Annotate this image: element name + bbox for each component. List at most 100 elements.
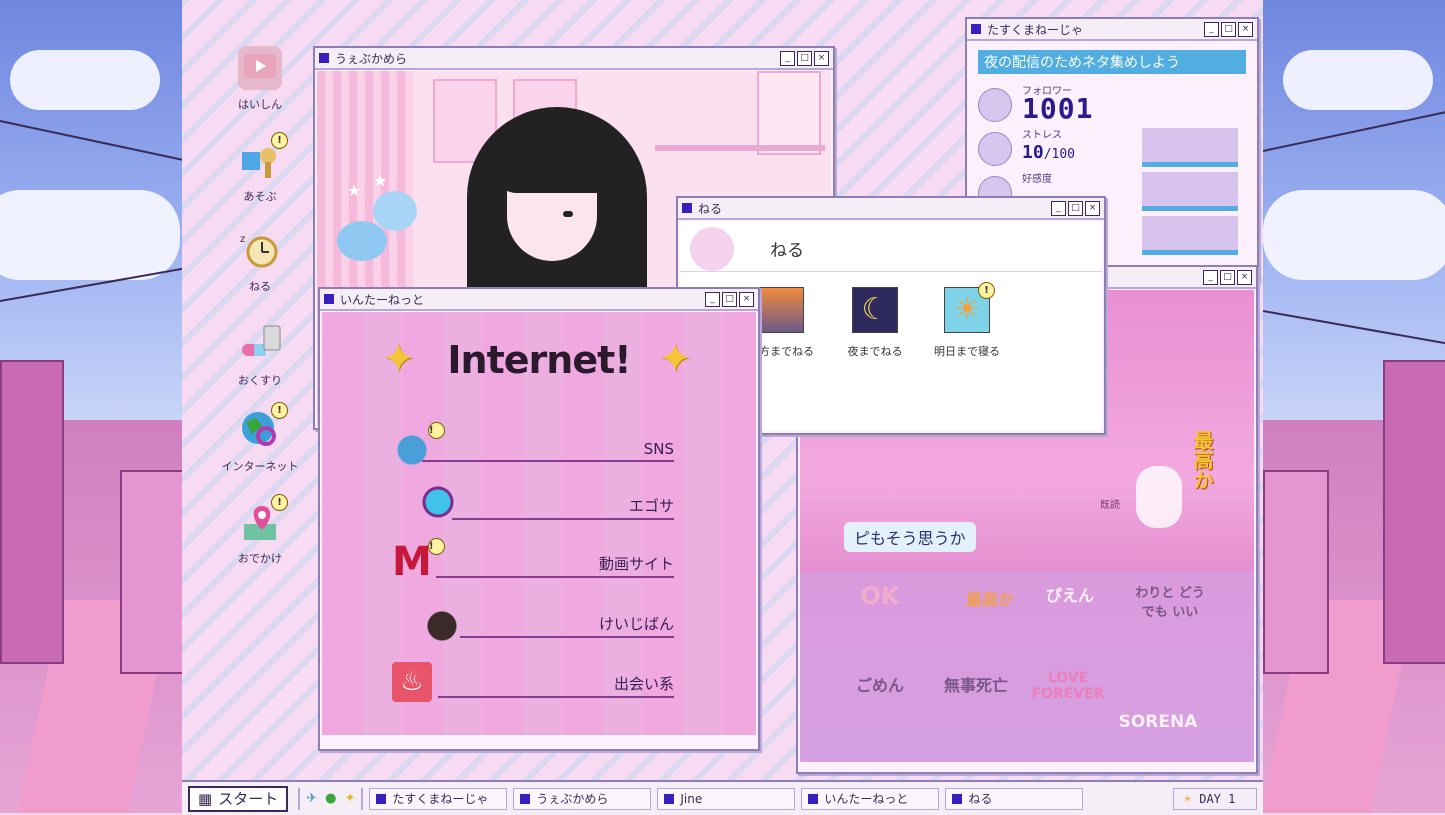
globe-search-icon: ! [238, 402, 288, 452]
window-title: うぇぶかめら [335, 51, 408, 66]
taskbar-item-task-manager[interactable]: たすくまねーじゃ [369, 787, 508, 810]
taskbar-item-sleep[interactable]: ねる [945, 787, 1084, 810]
desktop-icon-label: インターネット [221, 460, 299, 473]
window-titlebar[interactable]: たすくまねーじゃ _ □ × [967, 19, 1257, 41]
minimize-button[interactable]: _ [1204, 21, 1219, 37]
close-button[interactable]: × [739, 291, 754, 307]
map-pin-icon: ! [238, 494, 288, 544]
maximize-button[interactable]: □ [1220, 269, 1235, 285]
item-label: SNS [643, 440, 674, 458]
play-icon: ! [238, 132, 288, 182]
notification-badge: ! [271, 402, 288, 419]
third-bar [1142, 216, 1238, 255]
minimize-button[interactable]: _ [705, 291, 720, 307]
stream-icon [238, 46, 282, 90]
followers-value: 1001 [1022, 92, 1094, 125]
internet-item-egosa[interactable]: エゴサ [392, 480, 674, 524]
close-button[interactable]: × [1085, 200, 1100, 216]
day-counter: ☀ DAY 1 [1173, 787, 1257, 810]
desktop-icon-sleep[interactable]: z ねる [215, 228, 305, 294]
stamp-ok[interactable]: OK [840, 582, 920, 610]
desktop-icon-play[interactable]: ! あそぶ [215, 132, 305, 204]
item-label: 動画サイト [598, 555, 674, 573]
sparkle-icon[interactable]: ✦ [344, 791, 355, 806]
internet-item-dating[interactable]: ♨ 出会い系 [392, 658, 674, 702]
taskbar-item-webcam[interactable]: うぇぶかめら [513, 787, 652, 810]
internet-item-video[interactable]: M ! 動画サイト [392, 538, 674, 582]
option-label: 夜までねる [847, 345, 903, 358]
desktop-icon-internet[interactable]: ! インターネット [215, 402, 305, 474]
notification-badge: ! [428, 538, 445, 555]
start-button[interactable]: ▦ スタート [188, 785, 289, 812]
followers-stat: フォロワー 1001 [976, 82, 1248, 126]
sunset-icon [758, 287, 804, 333]
desktop-icon-label: ねる [249, 280, 271, 293]
internet-window[interactable]: いんたーねっと _ □ × ✦ ✦ Internet! ! SNS エゴサ M … [318, 287, 760, 751]
notification-badge: ! [428, 422, 445, 439]
notification-badge: ! [978, 282, 995, 299]
day-label: DAY 1 [1199, 791, 1236, 806]
stamp-love-forever[interactable]: LOVE FOREVER [1028, 670, 1108, 702]
window-titlebar[interactable]: うぇぶかめら _ □ × [315, 48, 833, 70]
avatar [978, 132, 1012, 166]
stamp-sorena[interactable]: SORENA [1118, 712, 1198, 732]
medicine-icon [238, 322, 282, 366]
bird-icon[interactable]: ✈ [306, 791, 317, 806]
close-button[interactable]: × [1237, 269, 1252, 285]
window-title: いんたーねっと [340, 292, 425, 307]
alarm-clock-icon [690, 227, 734, 271]
desktop-icon-label: はいしん [238, 98, 282, 111]
start-icon: ▦ [198, 789, 213, 808]
internet-item-sns[interactable]: ! SNS [392, 422, 674, 466]
stress-stat: ストレス 10/100 [976, 126, 1248, 170]
maximize-button[interactable]: □ [1068, 200, 1083, 216]
window-titlebar[interactable]: いんたーねっと _ □ × [320, 289, 758, 311]
alarm-clock-icon: z [238, 228, 282, 272]
item-label: けいじばん [598, 615, 674, 633]
option-label: 明日まで寝る [934, 345, 1000, 358]
stress-label: ストレス [1022, 130, 1062, 141]
desktop-icon-label: あそぶ [243, 190, 277, 203]
stamp-panel: OK 最高か ぴえん わりと どうでも いい ごめん 無事死亡 LOVE FOR… [800, 572, 1254, 762]
sleep-option-night[interactable]: ☾ 夜までねる [830, 287, 920, 359]
item-label: エゴサ [628, 497, 674, 515]
affection-label: 好感度 [1022, 174, 1052, 185]
sleep-option-tomorrow[interactable]: ☀ ! 明日まで寝る [922, 282, 1012, 359]
taskbar-item-jine[interactable]: Jine [657, 787, 796, 810]
desktop-icon-label: おでかけ [238, 552, 282, 565]
window-titlebar[interactable]: ねる _ □ × [678, 198, 1104, 220]
desktop-icon-outing[interactable]: ! おでかけ [215, 494, 305, 566]
vertical-reply: 最高か [1190, 430, 1214, 490]
minimize-button[interactable]: _ [1203, 269, 1218, 285]
maximize-button[interactable]: □ [1221, 21, 1236, 37]
desktop-icon-stream[interactable]: はいしん [215, 46, 305, 112]
stress-bar [1142, 128, 1238, 167]
maximize-button[interactable]: □ [797, 50, 812, 66]
internet-item-board[interactable]: けいじばん [392, 598, 674, 642]
taskbar-item-internet[interactable]: いんたーねっと [801, 787, 940, 810]
minimize-button[interactable]: _ [1051, 200, 1066, 216]
chat-icon[interactable]: ● [325, 791, 336, 806]
stamp-gomen[interactable]: ごめん [840, 672, 920, 696]
item-label: 出会い系 [613, 675, 674, 693]
right-street-scene [1263, 0, 1445, 813]
left-street-scene [0, 0, 182, 813]
stamp-pien[interactable]: ぴえん [1030, 582, 1110, 606]
stamp-whatever[interactable]: わりと どうでも いい [1130, 582, 1210, 620]
internet-menu: ✦ ✦ Internet! ! SNS エゴサ M ! 動画サイト けいじばん … [322, 312, 756, 735]
sleep-header: ねる [680, 221, 1102, 272]
minimize-button[interactable]: _ [780, 50, 795, 66]
moon-icon: ☾ [852, 287, 898, 333]
close-button[interactable]: × [814, 50, 829, 66]
read-indicator: 既読 [1100, 500, 1120, 511]
stress-value: 10/100 [1022, 142, 1075, 163]
start-label: スタート [218, 790, 279, 808]
maximize-button[interactable]: □ [722, 291, 737, 307]
stamp-saikouka[interactable]: 最高か [950, 586, 1030, 610]
quick-launch: ✈ ● ✦ [298, 787, 364, 810]
stamp-buji-shibou[interactable]: 無事死亡 [936, 672, 1016, 696]
close-button[interactable]: × [1238, 21, 1253, 37]
desktop-icon-medicine[interactable]: おくすり [215, 322, 305, 388]
flame-icon: ♨ [392, 662, 432, 702]
desktop-icon-label: おくすり [238, 374, 282, 387]
